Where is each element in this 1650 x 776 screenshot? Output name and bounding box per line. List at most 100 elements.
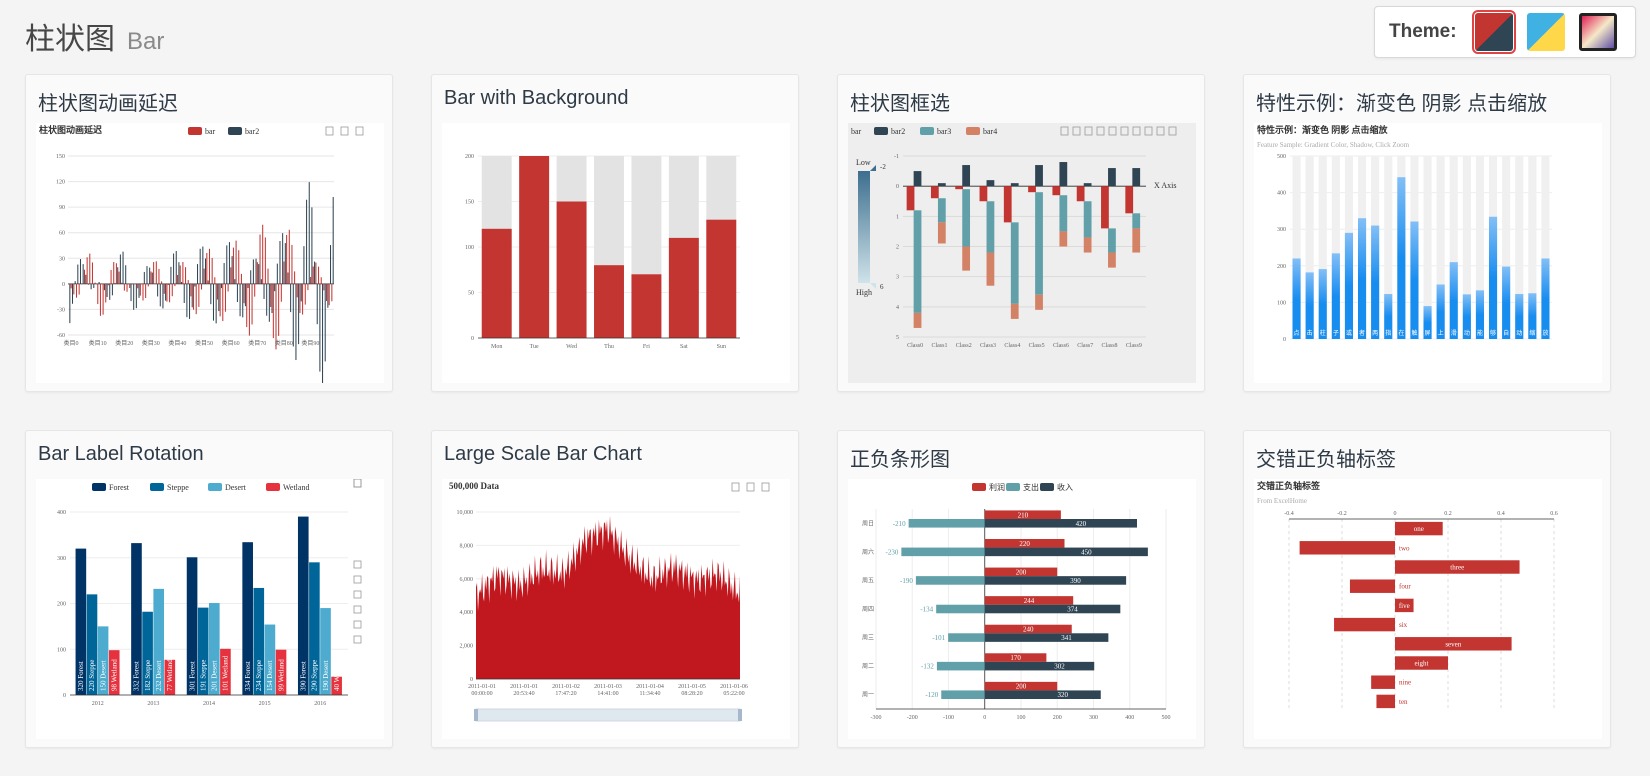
bar [239,283,241,317]
chart-svg: 交错正负轴标签 From ExcelHome -0.4 -0.2 0 0.2 0.4 0.6 o… [1257,480,1558,711]
y-tick-label: 周日 [862,520,874,527]
bar-inner-label: 自 [1503,329,1509,337]
y-tick-label: 0 [63,693,66,699]
chart-thumbnail[interactable]: 500,000 Data 0 2,000 4,000 6,000 8,000 10,000 2… [442,479,790,739]
x-tick-label: Wed [566,344,577,350]
chart-thumbnail[interactable]: bar bar2 bar3 bar4 -1 0 1 2 3 4 5 X Axis Class0 Class… [848,123,1196,383]
x-tick-label: 0.2 [1444,511,1452,517]
theme-swatch-dark[interactable] [1578,13,1617,51]
example-card-negative-axis-label[interactable]: 交错正负轴标签 交错正负轴标签 From ExcelHome -0.4 -0.2 0 0.… [1243,430,1611,748]
y-tick-label: 200 [1277,264,1286,270]
bar [215,283,217,324]
y-tick-label: 100 [465,245,474,251]
bar [296,283,298,298]
bar-label: 374 [1067,606,1078,614]
bar [1083,183,1092,187]
legend-label: bar2 [891,127,905,136]
bar [133,283,135,310]
x-tick-label: Class2 [956,343,972,349]
chart-thumbnail[interactable]: 利润 支出 收入 -300 -200 -100 0 100 200 300 400 500 周一 200 -… [848,479,1196,739]
x-tick-label: 0.6 [1550,511,1558,517]
example-card-bar-animation-delay[interactable]: 柱状图动画延迟 柱状图动画延迟 bar bar2 -60 -30 0 30 60 90 120 15… [25,74,393,392]
chart-thumbnail[interactable]: Forest Steppe Desert Wetland 0 100 200 300 400 32… [36,479,384,739]
bar [1397,177,1406,339]
bar [326,283,328,301]
chart-thumbnail[interactable]: 柱状图动画延迟 bar bar2 -60 -30 0 30 60 90 120 150 类目0 类目10… [36,123,384,383]
toolbox-icon [1072,126,1081,136]
example-card-bar-brush[interactable]: 柱状图框选 bar bar2 bar3 bar4 -1 0 1 2 3 4 5 X Axis Class… [837,74,1205,392]
y-tick-label: 400 [1277,191,1286,197]
bar [258,264,260,284]
bar [307,283,309,291]
bar [282,233,284,284]
bar [226,245,228,284]
x-tick-label: 17:47:20 [555,691,576,697]
toolbox-icon [353,479,362,488]
bar-rotated-label: 191 Steppe [199,660,207,691]
bar [1502,266,1511,339]
chart-thumbnail[interactable]: 0 50 100 150 200 Mon Tue Wed Thu Fri Sat Sun [442,123,790,383]
bar [962,189,971,247]
chart-thumbnail[interactable]: 交错正负轴标签 From ExcelHome -0.4 -0.2 0 0.2 0.4 0.6 o… [1254,479,1602,739]
example-card-negative-bar[interactable]: 正负条形图 利润 支出 收入 -300 -200 -100 0 100 200 300 400 500… [837,430,1205,748]
x-tick-label: 2011-01-01 [510,684,538,690]
bar [1371,225,1380,339]
bar [247,283,249,289]
x-tick-label: 类目40 [168,339,186,347]
bar [1488,216,1498,339]
visual-map-low-label: Low [856,158,871,167]
legend-label: 收入 [1057,482,1073,492]
bar [288,229,290,284]
bar [930,186,939,199]
legend-swatch [150,483,164,491]
bar [1132,168,1141,187]
bar [299,283,301,313]
bar [1010,222,1019,304]
bar [99,283,101,316]
bar [202,246,204,284]
theme-swatch-light[interactable] [1526,13,1565,51]
example-card-gradient-shadow-zoom[interactable]: 特性示例：渐变色 阴影 点击缩放 特性示例：渐变色 阴影 点击缩放 Feature… [1243,74,1611,392]
toolbox-icon [1120,126,1129,136]
x-tick-label: 类目0 [63,339,78,347]
bar [98,281,100,284]
visual-map-high-label: High [856,288,872,297]
bar [183,283,185,303]
x-tick-label: Mon [491,344,502,350]
card-title: Bar Label Rotation [38,443,204,465]
bar [984,519,1137,528]
bar-inner-label: 击 [1307,329,1313,337]
bar [191,283,193,308]
y-tick-label: 150 [465,200,474,206]
y-tick-label: 100 [57,647,66,653]
chart-thumbnail[interactable]: 特性示例：渐变色 阴影 点击缩放 Feature Sample: Gradient… [1254,123,1602,383]
x-tick-label: 类目90 [301,339,319,347]
bar [330,245,332,284]
legend-swatch [920,127,934,135]
y-tick-label: 4,000 [460,610,474,616]
example-card-label-rotation[interactable]: Bar Label Rotation Forest Steppe Desert Wet… [25,430,393,748]
bar [75,283,78,298]
bar-rotated-label: 77 Wetland [166,659,174,691]
legend-swatch [972,483,986,491]
bar [948,633,985,642]
bar [287,272,289,284]
bar [256,262,258,284]
chart-title: 交错正负轴标签 [1257,480,1321,491]
example-card-large-scale[interactable]: Large Scale Bar Chart 500,000 Data 0 2,000… [431,430,799,748]
bar [83,269,85,284]
y-tick-label: 周五 [862,577,874,584]
bar [82,264,84,284]
chart-svg: 500,000 Data 0 2,000 4,000 6,000 8,000 10,000 2… [449,481,770,722]
toolbox-icon [1084,126,1093,136]
bar [979,186,988,202]
theme-swatch-default[interactable] [1471,10,1516,54]
example-card-bar-background[interactable]: Bar with Background 0 50 100 150 200 Mon Tue We… [431,74,799,392]
bar-inner-label: 指 [1385,329,1391,337]
bar-label: -230 [886,548,899,556]
bar [102,283,104,315]
bar [166,283,168,302]
bar-label: 320 [1058,691,1069,699]
bar [114,283,116,284]
bar-inner-label: 子 [1333,330,1339,337]
